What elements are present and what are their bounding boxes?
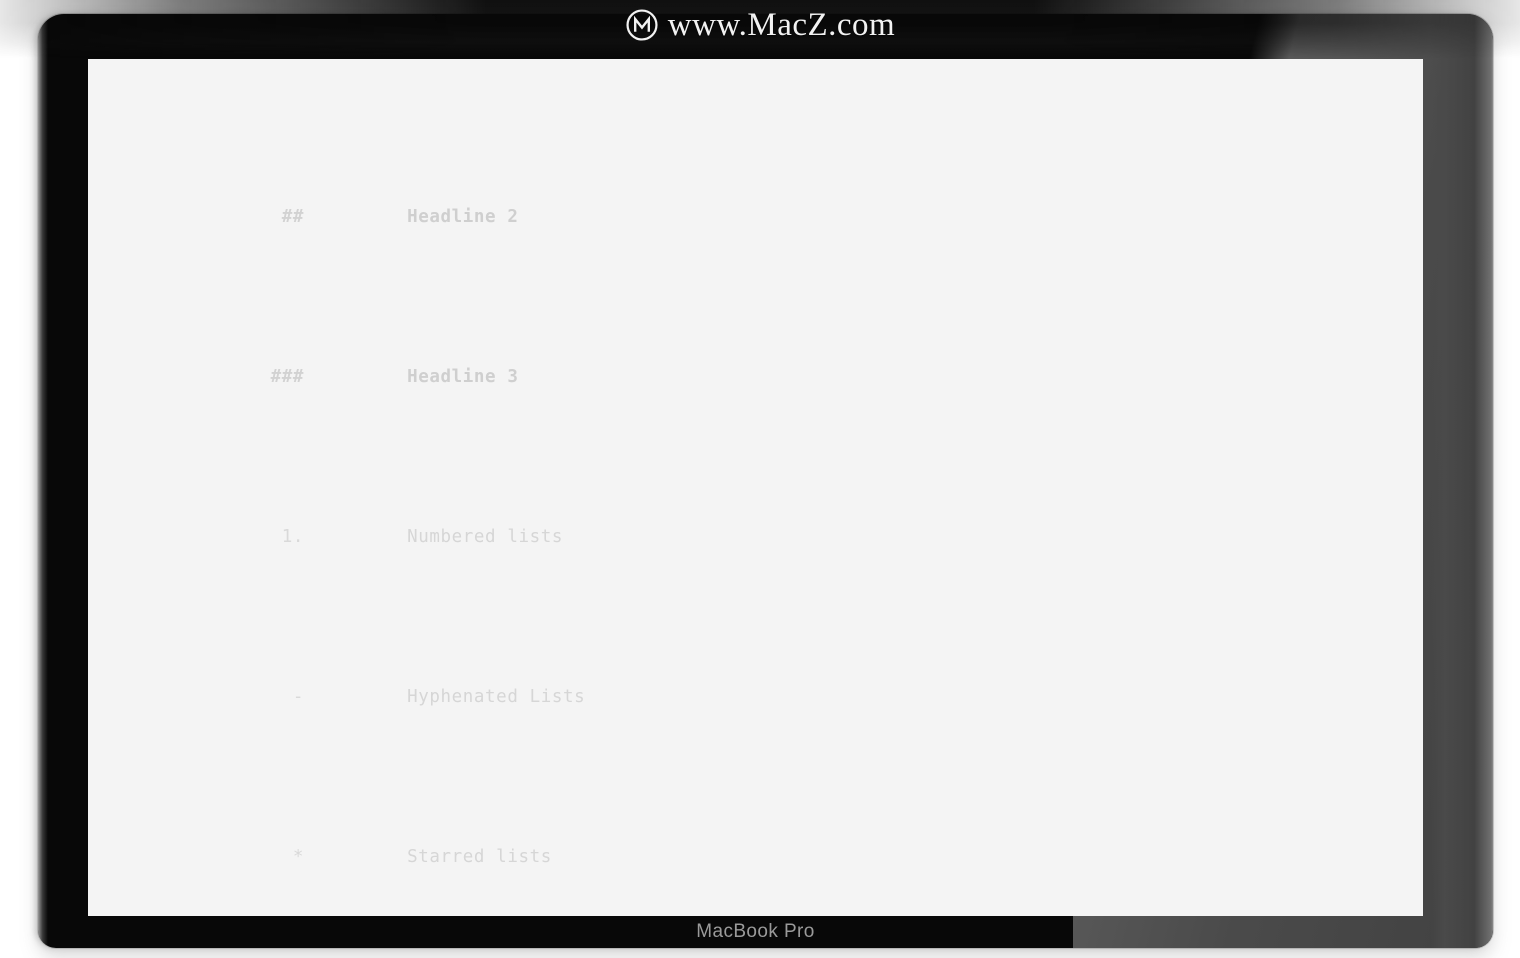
device-model-label: MacBook Pro bbox=[696, 921, 815, 942]
document-line-hyphen-list[interactable]: - Hyphenated Lists bbox=[88, 649, 1423, 707]
markdown-marker-h3: ### bbox=[270, 367, 304, 387]
headline3-text: Headline 3 bbox=[407, 367, 519, 387]
numbered-list-text: Numbered lists bbox=[407, 527, 563, 547]
laptop-screen: ## Headline 2 ### Headline 3 1. Numbered li… bbox=[88, 59, 1423, 916]
markdown-marker-hyphen: - bbox=[292, 687, 304, 707]
headline2-text: Headline 2 bbox=[407, 207, 519, 227]
hyphen-list-text: Hyphenated Lists bbox=[407, 687, 586, 707]
starred-list-text: Starred lists bbox=[407, 847, 552, 867]
markdown-marker-ordered: 1. bbox=[281, 527, 304, 547]
document-line-starred-list[interactable]: * Starred lists bbox=[88, 809, 1423, 867]
markdown-marker-h2: ## bbox=[281, 207, 304, 227]
markdown-marker-star: * bbox=[292, 847, 304, 867]
document-line-headline2[interactable]: ## Headline 2 bbox=[88, 169, 1423, 227]
document-line-headline3[interactable]: ### Headline 3 bbox=[88, 329, 1423, 387]
macbook-pro-device: ## Headline 2 ### Headline 3 1. Numbered li… bbox=[38, 14, 1493, 948]
document-line-numbered-list[interactable]: 1. Numbered lists bbox=[88, 489, 1423, 547]
markdown-editor-canvas[interactable]: ## Headline 2 ### Headline 3 1. Numbered li… bbox=[88, 59, 1423, 916]
bezel-left-edge bbox=[38, 14, 48, 948]
bezel-right-edge bbox=[1431, 14, 1493, 948]
laptop-chin: MacBook Pro bbox=[88, 916, 1423, 948]
